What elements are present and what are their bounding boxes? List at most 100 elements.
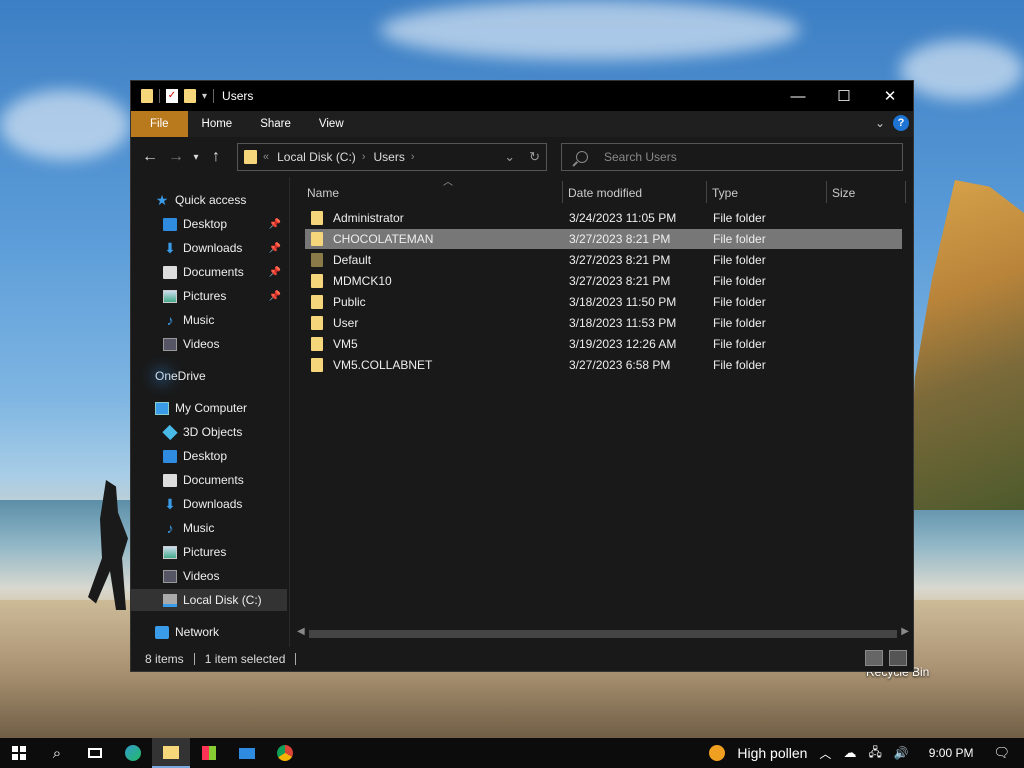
chrome-taskbar-button[interactable] (266, 738, 304, 768)
sidebar-item-label: Desktop (183, 449, 228, 463)
store-taskbar-button[interactable] (190, 738, 228, 768)
navigation-pane[interactable]: ★ Quick access Desktop 📌 ⬇ Downloads 📌 D… (131, 177, 289, 650)
back-icon[interactable]: ← (137, 148, 163, 166)
sidebar-item-my-computer[interactable]: My Computer (155, 397, 287, 419)
file-list[interactable]: Name ︿ Date modified Type Size Administr… (291, 177, 913, 650)
folder-icon (244, 150, 257, 164)
breadcrumb-separator[interactable]: › (362, 151, 366, 163)
task-view-button[interactable] (76, 738, 114, 768)
title-bar[interactable]: ✓ ▾ Users — ☐ ✕ (131, 81, 913, 111)
file-row-default[interactable]: Default 3/27/2023 8:21 PM File folder (305, 250, 902, 270)
customize-toolbar-icon[interactable]: ▾ (202, 91, 207, 102)
show-hidden-icons-icon[interactable]: ︿ (819, 745, 831, 762)
sidebar-item-3d-objects[interactable]: 3D Objects (162, 421, 287, 443)
column-header-date[interactable]: Date modified (568, 177, 698, 209)
column-divider[interactable] (826, 181, 827, 203)
column-divider[interactable] (706, 181, 707, 203)
wallpaper-cloud (380, 0, 800, 60)
sidebar-item-documents-pinned[interactable]: Documents 📌 (163, 261, 287, 283)
sidebar-item-label: Music (183, 521, 215, 535)
expand-ribbon-icon[interactable]: ⌄ (875, 116, 885, 130)
mail-taskbar-button[interactable] (228, 738, 266, 768)
column-header-size[interactable]: Size (832, 177, 902, 209)
sidebar-item-local-disk[interactable]: Local Disk (C:) (131, 589, 287, 611)
sidebar-item-videos[interactable]: Videos (163, 565, 287, 587)
pictures-icon (163, 545, 177, 559)
minimize-button[interactable]: — (775, 81, 821, 111)
column-divider[interactable] (905, 181, 906, 203)
pane-divider[interactable] (289, 177, 290, 650)
column-header-type[interactable]: Type (712, 177, 822, 209)
network-icon (155, 625, 169, 639)
volume-icon[interactable]: 🔊 (894, 746, 909, 760)
onedrive-tray-icon[interactable]: ☁ (843, 745, 856, 761)
sidebar-item-onedrive[interactable]: OneDrive (155, 365, 287, 387)
start-button[interactable] (0, 738, 38, 768)
column-header-name[interactable]: Name ︿ (307, 177, 557, 209)
breadcrumb-users[interactable]: Users (373, 150, 404, 164)
breadcrumb-local-disk[interactable]: Local Disk (C:) (277, 150, 356, 164)
column-divider[interactable] (562, 181, 563, 203)
large-icons-view-icon[interactable] (889, 650, 907, 666)
sidebar-item-pictures-pinned[interactable]: Pictures 📌 (163, 285, 287, 307)
horizontal-scrollbar[interactable]: ◀ ▶ (295, 626, 911, 640)
search-input[interactable] (602, 149, 886, 165)
forward-icon[interactable]: → (163, 148, 189, 166)
wallpaper-cloud (900, 40, 1024, 100)
recent-locations-icon[interactable]: ▾ (189, 152, 203, 163)
file-row-user[interactable]: User 3/18/2023 11:53 PM File folder (305, 313, 902, 333)
download-icon: ⬇ (164, 495, 176, 512)
maximize-button[interactable]: ☐ (821, 81, 867, 111)
clock[interactable]: 9:00 PM (929, 746, 974, 760)
new-folder-icon[interactable] (184, 89, 196, 103)
sidebar-item-documents[interactable]: Documents (163, 469, 287, 491)
folder-icon (141, 89, 153, 103)
address-history-icon[interactable]: ⌄ (504, 149, 515, 165)
file-row-vm5[interactable]: VM5 3/19/2023 12:26 AM File folder (305, 334, 902, 354)
details-view-icon[interactable] (865, 650, 883, 666)
edge-taskbar-button[interactable] (114, 738, 152, 768)
onedrive-icon (155, 372, 169, 380)
file-name: VM5.COLLABNET (333, 358, 433, 372)
notifications-icon[interactable]: 🗨 (993, 745, 1010, 761)
file-row-administrator[interactable]: Administrator 3/24/2023 11:05 PM File fo… (305, 208, 902, 228)
file-row-mdmck10[interactable]: MDMCK10 3/27/2023 8:21 PM File folder (305, 271, 902, 291)
network-tray-icon[interactable]: 🖧 (868, 743, 881, 764)
tab-file[interactable]: File (131, 111, 188, 137)
breadcrumb-overflow[interactable]: « (263, 151, 269, 163)
sidebar-item-network[interactable]: Network (155, 621, 287, 643)
close-button[interactable]: ✕ (867, 81, 913, 111)
sidebar-item-desktop-pinned[interactable]: Desktop 📌 (163, 213, 287, 235)
sidebar-item-desktop[interactable]: Desktop (163, 445, 287, 467)
tab-view[interactable]: View (305, 111, 358, 137)
sidebar-item-pictures[interactable]: Pictures (163, 541, 287, 563)
file-row-public[interactable]: Public 3/18/2023 11:50 PM File folder (305, 292, 902, 312)
address-bar[interactable]: « Local Disk (C:) › Users › ⌄ ↻ (237, 143, 547, 171)
scroll-right-icon[interactable]: ▶ (901, 626, 909, 637)
refresh-icon[interactable]: ↻ (529, 149, 540, 165)
sidebar-item-quick-access[interactable]: ★ Quick access (155, 189, 287, 211)
scrollbar-thumb[interactable] (309, 630, 897, 638)
tab-share[interactable]: Share (246, 111, 305, 137)
sidebar-item-music[interactable]: ♪ Music (163, 517, 287, 539)
properties-icon[interactable]: ✓ (166, 89, 178, 103)
weather-widget[interactable]: High pollen (737, 745, 807, 761)
help-icon[interactable]: ? (893, 115, 909, 131)
pollen-icon[interactable] (709, 745, 726, 761)
music-icon: ♪ (166, 519, 174, 536)
sidebar-item-downloads[interactable]: ⬇ Downloads (163, 493, 287, 515)
sidebar-item-downloads-pinned[interactable]: ⬇ Downloads 📌 (163, 237, 287, 259)
sidebar-item-music-quick[interactable]: ♪ Music (163, 309, 287, 331)
sidebar-item-label: Network (175, 625, 220, 639)
sidebar-item-label: Downloads (183, 497, 243, 511)
up-icon[interactable]: ↑ (203, 148, 229, 166)
search-taskbar-button[interactable]: ⌕ (38, 738, 76, 768)
search-box[interactable] (561, 143, 903, 171)
scroll-left-icon[interactable]: ◀ (297, 626, 305, 637)
file-row-chocolateman[interactable]: CHOCOLATEMAN 3/27/2023 8:21 PM File fold… (305, 229, 902, 249)
file-row-vm5-collabnet[interactable]: VM5.COLLABNET 3/27/2023 6:58 PM File fol… (305, 355, 902, 375)
sidebar-item-videos-quick[interactable]: Videos (163, 333, 287, 355)
file-explorer-taskbar-button[interactable] (152, 738, 190, 768)
tab-home[interactable]: Home (188, 111, 247, 137)
breadcrumb-separator[interactable]: › (411, 151, 415, 163)
